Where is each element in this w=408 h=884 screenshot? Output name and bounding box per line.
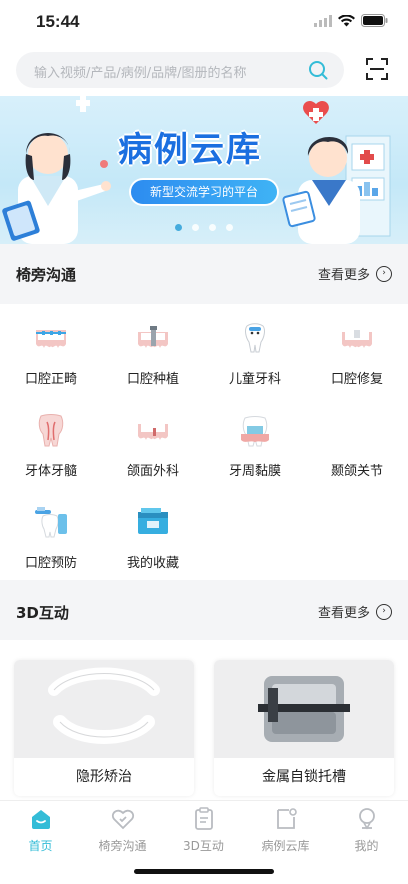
category-label: 颌面外科 bbox=[126, 464, 179, 479]
tab-label: 我的 bbox=[354, 839, 379, 853]
category-label: 口腔种植 bbox=[126, 372, 179, 387]
card-label: 隐形矫治 bbox=[76, 769, 132, 785]
battery-icon bbox=[361, 14, 388, 27]
banner-title: 病例云库 bbox=[118, 130, 262, 170]
carousel-dot[interactable] bbox=[192, 224, 199, 231]
prevention-icon bbox=[35, 507, 67, 538]
view-more-button[interactable]: 查看更多 › bbox=[318, 602, 392, 621]
category-grid: 口腔正畸 口腔种植 儿童牙科 口腔修复 牙体牙髓 颌面外科 牙周黏膜 颞颌关节 … bbox=[0, 304, 408, 580]
card-label: 金属自锁托槽 bbox=[262, 769, 346, 785]
category-item[interactable]: 我的收藏 bbox=[102, 488, 204, 580]
section-header-yipang: 椅旁沟通 查看更多 › bbox=[0, 244, 408, 302]
carousel-dots bbox=[0, 224, 408, 231]
favorites-box-icon bbox=[138, 508, 168, 534]
view-more-button[interactable]: 查看更多 › bbox=[318, 264, 392, 283]
category-item[interactable]: 口腔修复 bbox=[306, 304, 408, 396]
category-label: 颞颌关节 bbox=[330, 464, 383, 479]
endodontics-icon bbox=[38, 414, 64, 447]
wifi-icon bbox=[338, 14, 355, 26]
section-title: 3D互动 bbox=[16, 604, 69, 622]
status-bar: 15:44 bbox=[0, 0, 408, 44]
section-title: 椅旁沟通 bbox=[16, 266, 77, 284]
category-item[interactable]: 口腔预防 bbox=[0, 488, 102, 580]
restoration-icon bbox=[342, 330, 372, 348]
maxillofacial-icon bbox=[138, 424, 168, 440]
orthodontics-icon bbox=[36, 330, 66, 348]
category-label: 牙周黏膜 bbox=[228, 464, 281, 479]
heart-chat-icon bbox=[111, 809, 135, 830]
status-time: 15:44 bbox=[36, 12, 80, 31]
category-label: 口腔正畸 bbox=[24, 372, 77, 387]
tab-label: 椅旁沟通 bbox=[98, 839, 147, 853]
tab-case-library[interactable]: 病例云库 bbox=[245, 805, 326, 855]
tab-label: 3D互动 bbox=[183, 839, 224, 853]
card-clear-aligner[interactable]: 隐形矫治 bbox=[14, 660, 194, 796]
view-more-label: 查看更多 bbox=[317, 606, 370, 621]
pediatric-tooth-icon bbox=[245, 323, 265, 353]
cellular-signal-icon bbox=[314, 14, 332, 27]
scan-icon[interactable] bbox=[366, 58, 388, 80]
category-label: 儿童牙科 bbox=[228, 372, 281, 387]
carousel-dot[interactable] bbox=[226, 224, 233, 231]
implant-icon bbox=[138, 326, 168, 348]
category-item[interactable]: 口腔正畸 bbox=[0, 304, 102, 396]
promo-banner[interactable]: 病例云库 新型交流学习的平台 bbox=[0, 96, 408, 244]
category-label: 口腔预防 bbox=[24, 556, 77, 571]
card-self-ligating-bracket[interactable]: 金属自锁托槽 bbox=[214, 660, 394, 796]
search-bar-area: 输入视频/产品/病例/品牌/图册的名称 bbox=[0, 44, 408, 96]
tab-yipang[interactable]: 椅旁沟通 bbox=[82, 805, 163, 855]
carousel-dot[interactable] bbox=[209, 224, 216, 231]
search-placeholder: 输入视频/产品/病例/品牌/图册的名称 bbox=[34, 66, 247, 81]
tab-profile[interactable]: 我的 bbox=[326, 805, 407, 855]
tab-label: 病例云库 bbox=[261, 839, 310, 853]
section-header-3d: 3D互动 查看更多 › bbox=[0, 582, 408, 640]
category-item[interactable]: 儿童牙科 bbox=[204, 304, 306, 396]
clear-aligner-illustration bbox=[48, 667, 160, 744]
chevron-right-icon: › bbox=[376, 603, 392, 620]
bracket-image bbox=[214, 660, 394, 758]
clipboard-icon bbox=[195, 807, 213, 830]
category-label: 牙体牙髓 bbox=[24, 464, 77, 479]
category-item[interactable]: 口腔种植 bbox=[102, 304, 204, 396]
home-indicator bbox=[134, 869, 274, 874]
category-label: 口腔修复 bbox=[330, 372, 383, 387]
tab-label: 首页 bbox=[28, 839, 53, 853]
periodontal-icon bbox=[241, 416, 269, 447]
category-item[interactable]: 颞颌关节 bbox=[306, 396, 408, 488]
tab-home[interactable]: 首页 bbox=[0, 805, 81, 855]
metal-bracket-illustration bbox=[258, 676, 350, 742]
profile-icon bbox=[359, 808, 375, 830]
category-label: 我的收藏 bbox=[126, 556, 179, 571]
category-item[interactable]: 颌面外科 bbox=[102, 396, 204, 488]
banner-subtitle: 新型交流学习的平台 bbox=[131, 180, 277, 204]
clear-aligner-image bbox=[14, 660, 194, 758]
home-icon bbox=[32, 810, 50, 829]
search-input[interactable]: 输入视频/产品/病例/品牌/图册的名称 bbox=[16, 52, 344, 88]
view-more-label: 查看更多 bbox=[317, 268, 370, 283]
tab-3d[interactable]: 3D互动 bbox=[163, 805, 244, 855]
chevron-right-icon: › bbox=[376, 265, 392, 282]
category-item[interactable]: 牙周黏膜 bbox=[204, 396, 306, 488]
document-icon bbox=[277, 808, 297, 829]
search-icon[interactable] bbox=[308, 60, 328, 80]
3d-cards: 隐形矫治 金属自锁托槽 bbox=[0, 640, 408, 800]
category-item[interactable]: 牙体牙髓 bbox=[0, 396, 102, 488]
carousel-dot[interactable] bbox=[175, 224, 182, 231]
